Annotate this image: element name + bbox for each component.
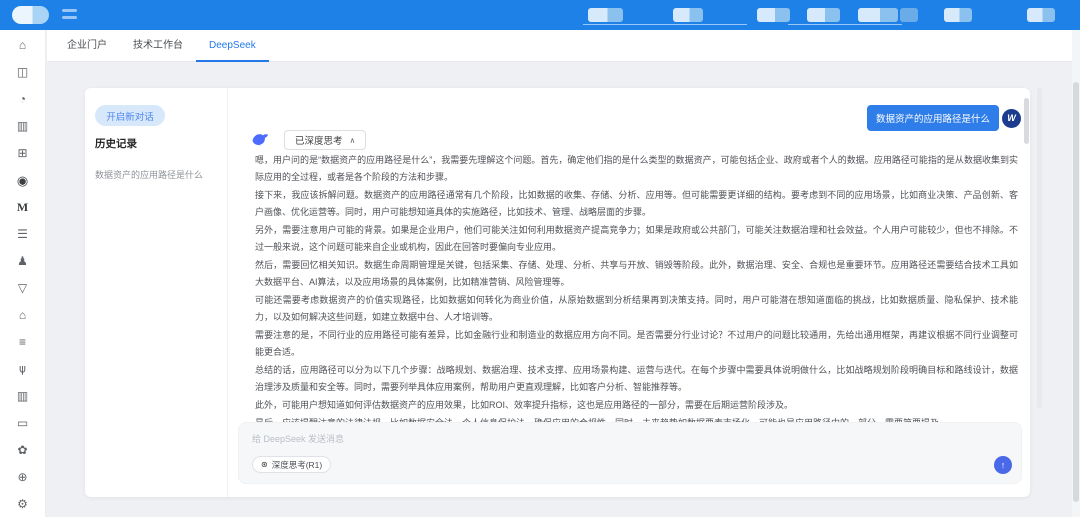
thinking-paragraph: 嗯，用户问的是“数据资产的应用路径是什么”，我需要先理解这个问题。首先，确定他们…	[255, 152, 1018, 186]
home-alt-icon[interactable]: ⌂	[9, 302, 36, 329]
thinking-paragraph: 此外，可能用户想知道如何评估数据资产的应用效果，比如ROI、效率提升指标，这也是…	[255, 397, 1018, 414]
pie-chart-icon[interactable]: ◔	[9, 86, 36, 113]
blurred-nav-item[interactable]	[900, 8, 918, 22]
logo-text-line	[62, 9, 77, 12]
history-item[interactable]: 数据资产的应用路径是什么	[95, 168, 203, 181]
top-navbar	[0, 0, 1080, 30]
nav-underline	[788, 24, 902, 25]
tab-deepseek[interactable]: DeepSeek	[209, 30, 256, 62]
thinking-paragraph: 另外，需要注意用户可能的背景。如果是企业用户，他们可能关注如何利用数据资产提高竞…	[255, 222, 1018, 256]
media-add-icon[interactable]: ⊞	[9, 140, 36, 167]
thinking-toggle-button[interactable]: 已深度思考 ∧	[284, 130, 366, 150]
chat-main: 数据资产的应用路径是什么 W 已深度思考 ∧ 嗯，用户问的是“数据资产的应用路径…	[228, 88, 1030, 497]
deepseek-chat-panel: 开启新对话 历史记录 数据资产的应用路径是什么 数据资产的应用路径是什么 W 已…	[85, 88, 1030, 497]
barcode-alt-icon[interactable]: ▥	[9, 383, 36, 410]
chat-scrollbar-thumb[interactable]	[1024, 98, 1029, 144]
tab-tech-workbench[interactable]: 技术工作台	[133, 30, 183, 62]
page-scrollbar-thumb[interactable]	[1073, 82, 1079, 502]
history-title: 历史记录	[95, 136, 137, 151]
thinking-toggle-label: 已深度思考	[295, 133, 343, 147]
share-nodes-icon[interactable]: ⋔	[9, 356, 36, 383]
tab-bar: 企业门户 技术工作台 DeepSeek	[47, 30, 1080, 62]
globe-icon[interactable]: ⊕	[9, 464, 36, 491]
gear-icon[interactable]: ⚙	[9, 491, 36, 517]
page-scrollbar[interactable]	[1072, 30, 1080, 517]
deep-think-toggle[interactable]: ⊛ 深度思考(R1)	[252, 456, 331, 473]
user-message-bubble: 数据资产的应用路径是什么	[867, 105, 999, 131]
blurred-nav-item[interactable]	[944, 8, 972, 22]
app-window: ⌂◫◔▥⊞◉M☰♟▽⌂≡⋔▥▭✿⊕⚙ 企业门户 技术工作台 DeepSeek 开…	[0, 0, 1080, 517]
blurred-nav-item[interactable]	[858, 8, 898, 22]
user-avatar: W	[1002, 109, 1021, 128]
shield-icon[interactable]: ▽	[9, 275, 36, 302]
chevron-up-icon: ∧	[350, 136, 356, 145]
nav-underline	[583, 24, 747, 25]
home-icon[interactable]: ⌂	[9, 32, 36, 59]
chat-sidebar: 开启新对话 历史记录 数据资产的应用路径是什么	[85, 88, 228, 497]
layers-icon[interactable]: ≡	[9, 329, 36, 356]
input-placeholder: 给 DeepSeek 发送消息	[252, 432, 344, 445]
thinking-paragraph: 总结的话，应用路径可以分为以下几个步骤：战略规划、数据治理、技术支撑、应用场景构…	[255, 362, 1018, 396]
thinking-paragraph: 接下来，我应该拆解问题。数据资产的应用路径通常有几个阶段，比如数据的收集、存储、…	[255, 187, 1018, 221]
user-icon[interactable]: ♟	[9, 248, 36, 275]
org-structure-icon[interactable]: ◫	[9, 59, 36, 86]
send-button[interactable]: ↑	[994, 456, 1012, 474]
arrow-up-icon: ↑	[1001, 460, 1006, 470]
new-chat-button[interactable]: 开启新对话	[95, 105, 165, 126]
thinking-content: 嗯，用户问的是“数据资产的应用路径是什么”，我需要先理解这个问题。首先，确定他们…	[255, 152, 1018, 422]
barcode-icon[interactable]: ▥	[9, 113, 36, 140]
deepseek-whale-icon	[251, 131, 270, 150]
thinking-paragraph: 最后，应该提醒注意的法律法规，比如数据安全法、个人信息保护法，确保应用的合规性。…	[255, 415, 1018, 422]
app-logo-icon[interactable]: ◉	[9, 167, 36, 194]
thinking-paragraph: 需要注意的是，不同行业的应用路径可能有差异，比如金融行业和制造业的数据应用方向不…	[255, 327, 1018, 361]
tab-enterprise-portal[interactable]: 企业门户	[67, 30, 107, 62]
logo-text-line	[62, 16, 77, 19]
menu-list-icon[interactable]: ☰	[9, 221, 36, 248]
user-avatar-letter: W	[1007, 113, 1016, 123]
folder-icon[interactable]: ▭	[9, 410, 36, 437]
message-input[interactable]: 给 DeepSeek 发送消息 ⊛ 深度思考(R1) ↑	[238, 422, 1022, 484]
thinking-paragraph: 可能还需要考虑数据资产的价值实现路径，比如数据如何转化为商业价值，从原始数据到分…	[255, 292, 1018, 326]
user-message-row: 数据资产的应用路径是什么 W	[867, 105, 1021, 131]
thinking-paragraph: 然后，需要回忆相关知识。数据生命周期管理是关键，包括采集、存储、处理、分析、共享…	[255, 257, 1018, 291]
blurred-nav-item[interactable]	[588, 8, 623, 22]
content-scrollbar[interactable]	[1037, 88, 1042, 408]
left-icon-rail: ⌂◫◔▥⊞◉M☰♟▽⌂≡⋔▥▭✿⊕⚙	[0, 30, 46, 517]
blurred-nav-item[interactable]	[807, 8, 840, 22]
deep-think-icon: ⊛	[261, 460, 268, 469]
app-logo	[12, 6, 49, 24]
rosette-icon[interactable]: ✿	[9, 437, 36, 464]
assistant-row: 已深度思考 ∧	[251, 130, 366, 150]
deep-think-label: 深度思考(R1)	[272, 459, 323, 471]
blurred-nav-item[interactable]	[757, 8, 790, 22]
blurred-nav-item[interactable]	[1027, 8, 1055, 22]
blurred-nav-item[interactable]	[673, 8, 703, 22]
letter-m-icon[interactable]: M	[9, 194, 36, 221]
